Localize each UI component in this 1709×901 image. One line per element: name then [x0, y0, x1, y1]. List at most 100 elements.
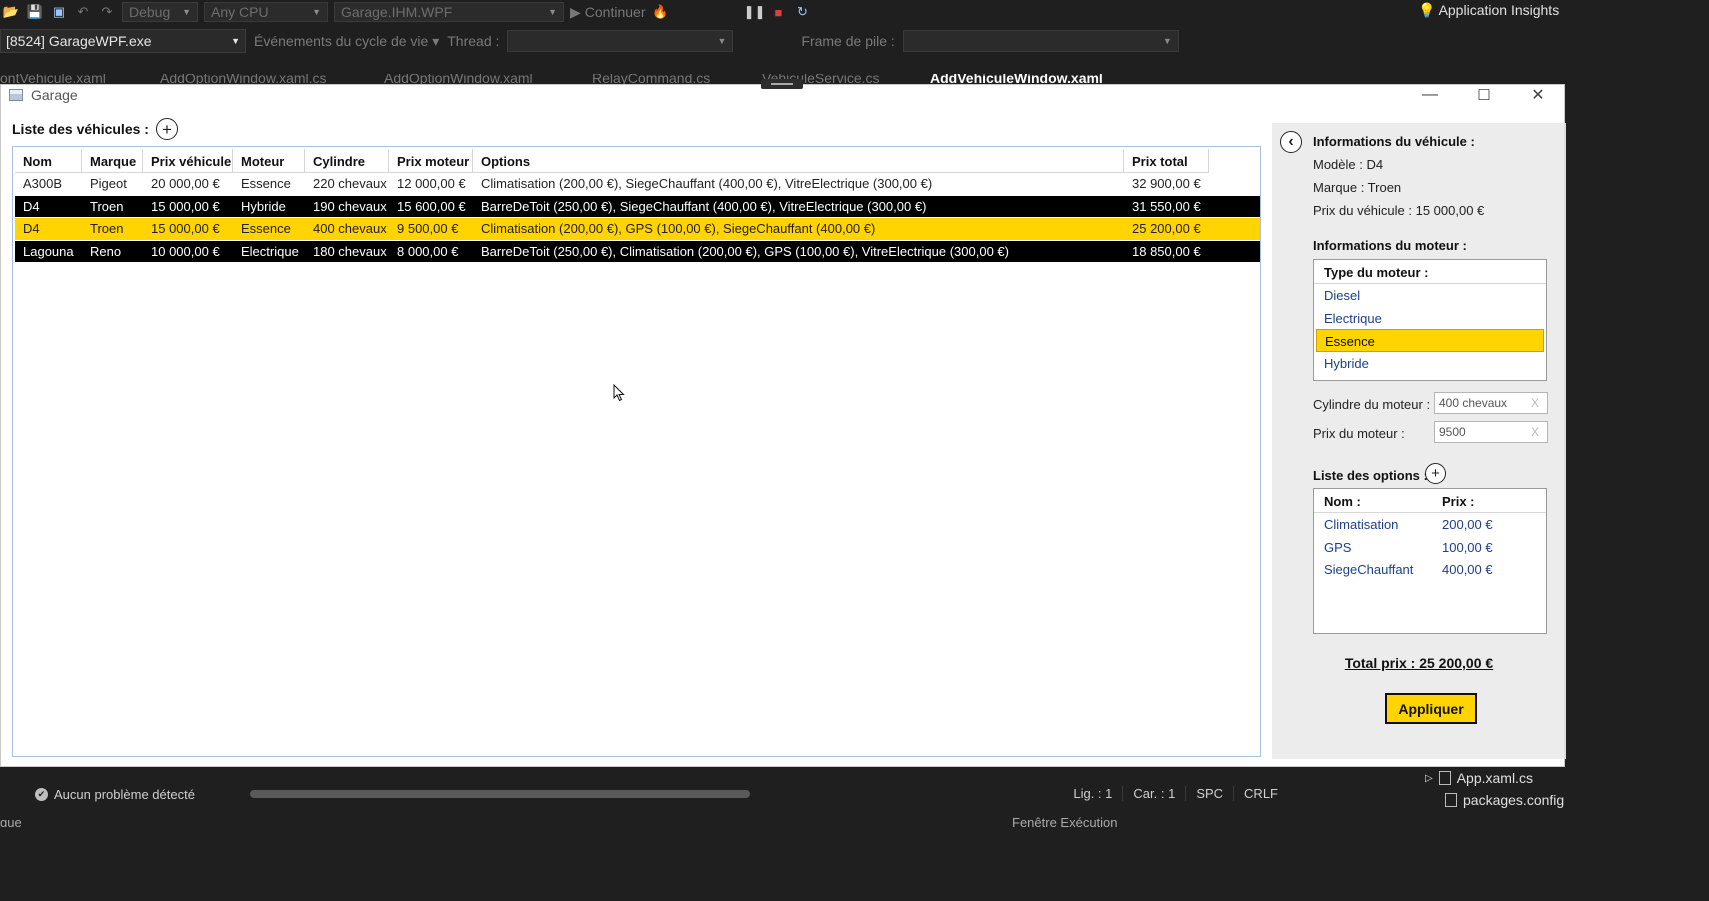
doc-tab[interactable]: AddOptionWindow.xaml: [384, 74, 533, 84]
crlf-indicator[interactable]: CRLF: [1233, 786, 1288, 801]
column-header-prix-vehicule[interactable]: Prix véhicule: [143, 149, 233, 173]
apply-button[interactable]: Appliquer: [1385, 693, 1477, 724]
column-header-marque[interactable]: Marque: [82, 149, 143, 173]
column-header-nom[interactable]: Nom: [15, 149, 82, 173]
check-icon: ✔: [35, 787, 48, 801]
engine-type-list: Type du moteur : Diesel Electrique Essen…: [1313, 259, 1547, 381]
close-button[interactable]: ✕: [1515, 85, 1561, 105]
engine-type-diesel[interactable]: Diesel: [1314, 284, 1546, 307]
window-app-icon: [9, 89, 23, 101]
project-combo[interactable]: Garage.IHM.WPF ▼: [334, 2, 564, 22]
option-row[interactable]: GPS 100,00 €: [1314, 536, 1546, 559]
cell-nom: D4: [23, 198, 40, 214]
cell-total: 31 550,00 €: [1132, 198, 1201, 214]
table-row[interactable]: Lagouna Reno 10 000,00 € Electrique 180 …: [15, 240, 1260, 263]
continue-button[interactable]: ▶ Continuer: [570, 4, 645, 21]
option-name: GPS: [1324, 539, 1352, 555]
col-indicator[interactable]: Car. : 1: [1122, 786, 1185, 801]
problems-status[interactable]: Aucun problème détecté: [54, 787, 195, 802]
cell-options: BarreDeToit (250,00 €), SiegeChauffant (…: [481, 198, 927, 214]
engine-type-hybride[interactable]: Hybride: [1314, 352, 1546, 375]
vehicle-grid: Nom Marque Prix véhicule Moteur Cylindre…: [12, 146, 1261, 757]
minimize-button[interactable]: —: [1407, 85, 1453, 105]
options-header: Nom : Prix :: [1314, 489, 1546, 513]
engine-info-heading: Informations du moteur :: [1313, 238, 1467, 253]
column-header-prix-total[interactable]: Prix total: [1124, 149, 1209, 173]
pause-icon[interactable]: ❚❚: [744, 3, 766, 21]
chevron-left-icon: ‹: [1288, 133, 1294, 150]
solution-item[interactable]: packages.config: [1445, 792, 1564, 808]
cell-options: BarreDeToit (250,00 €), Climatisation (2…: [481, 243, 1009, 259]
undo-icon[interactable]: ↶: [74, 3, 92, 21]
engine-type-header: Type du moteur :: [1314, 260, 1546, 284]
thread-combo[interactable]: ▼: [507, 30, 734, 52]
table-row[interactable]: D4 Troen 15 000,00 € Hybride 190 chevaux…: [15, 195, 1260, 218]
engine-type-electrique[interactable]: Electrique: [1314, 307, 1546, 330]
back-button[interactable]: ‹: [1280, 131, 1302, 153]
process-combo[interactable]: [8524] GarageWPF.exe ▼: [0, 29, 246, 53]
cell-total: 25 200,00 €: [1132, 221, 1201, 237]
cell-nom: Lagouna: [23, 243, 74, 259]
solution-item[interactable]: ▷ App.xaml.cs: [1425, 770, 1533, 786]
solution-explorer: ▷ App.xaml.cs packages.config: [1305, 767, 1709, 819]
save-all-icon[interactable]: ▣: [50, 3, 68, 21]
vehicle-model: Modèle : D4: [1313, 157, 1384, 172]
expand-arrow-icon[interactable]: ▷: [1425, 773, 1433, 784]
option-row[interactable]: Climatisation 200,00 €: [1314, 513, 1546, 536]
lifecycle-events[interactable]: Événements du cycle de vie ▾: [254, 33, 439, 50]
cell-prix-moteur: 15 600,00 €: [397, 198, 466, 214]
cell-marque: Reno: [90, 243, 122, 259]
panel-scrollbar[interactable]: [1564, 123, 1566, 759]
doc-tab[interactable]: ontVehicule.xaml: [0, 74, 106, 84]
table-row-selected[interactable]: D4 Troen 15 000,00 € Essence 400 chevaux…: [15, 218, 1260, 241]
process-label: [8524] GarageWPF.exe: [6, 33, 152, 49]
insights-label: Application Insights: [1438, 2, 1560, 18]
lightbulb-icon: 💡: [1418, 2, 1436, 18]
config-label: Debug: [129, 4, 171, 20]
options-list: Nom : Prix : Climatisation 200,00 € GPS 10…: [1313, 488, 1547, 634]
add-vehicle-button[interactable]: +: [156, 118, 178, 140]
open-folder-icon[interactable]: 📂: [2, 3, 20, 21]
immediate-window-title[interactable]: Fenêtre Exécution: [1012, 815, 1118, 827]
window-title: Garage: [31, 87, 78, 103]
bottom-left-panel-title[interactable]: que: [0, 815, 22, 827]
column-header-prix-moteur[interactable]: Prix moteur: [389, 149, 473, 173]
continue-label: Continuer: [584, 4, 646, 20]
cylinder-value: 400 chevaux: [1439, 396, 1508, 410]
column-header-moteur[interactable]: Moteur: [233, 149, 305, 173]
table-row[interactable]: A300B Pigeot 20 000,00 € Essence 220 che…: [15, 173, 1260, 196]
cell-cylindre: 400 chevaux: [313, 221, 387, 237]
option-row[interactable]: SiegeChauffant 400,00 €: [1314, 558, 1546, 581]
doc-tab[interactable]: AddOptionWindow.xaml.cs: [160, 74, 327, 84]
add-option-button[interactable]: +: [1425, 463, 1446, 484]
spc-indicator[interactable]: SPC: [1185, 786, 1233, 801]
horizontal-scrollbar[interactable]: [250, 790, 750, 798]
option-name: Climatisation: [1324, 517, 1399, 532]
cs-file-icon: [1438, 771, 1451, 785]
status-right: Lig. : 1 Car. : 1 SPC CRLF: [1063, 786, 1288, 801]
insights-button[interactable]: 💡 Application Insights: [1418, 2, 1559, 19]
title-bar[interactable]: Garage — ☐ ✕: [1, 85, 1564, 105]
restart-icon[interactable]: ↻: [793, 3, 811, 21]
hot-reload-icon[interactable]: 🔥: [651, 3, 669, 21]
column-header-options[interactable]: Options: [473, 149, 1124, 173]
engine-type-essence[interactable]: Essence: [1316, 329, 1544, 352]
platform-combo[interactable]: Any CPU ▼: [204, 2, 328, 22]
grid-rows: A300B Pigeot 20 000,00 € Essence 220 che…: [15, 173, 1260, 263]
doc-tab[interactable]: RelayCommand.cs: [592, 74, 710, 84]
engine-price-input[interactable]: 9500 X: [1434, 421, 1548, 443]
doc-tab-active[interactable]: AddVehiculeWindow.xaml: [930, 74, 1103, 84]
maximize-button[interactable]: ☐: [1461, 85, 1507, 105]
line-indicator[interactable]: Lig. : 1: [1063, 786, 1122, 801]
column-header-cylindre[interactable]: Cylindre: [305, 149, 389, 173]
redo-icon[interactable]: ↷: [98, 3, 116, 21]
vs-document-tabs: ontVehicule.xaml AddOptionWindow.xaml.cs…: [0, 74, 1709, 84]
clear-cylinder-icon[interactable]: X: [1531, 396, 1539, 410]
clear-price-icon[interactable]: X: [1531, 425, 1539, 439]
cell-cylindre: 180 chevaux: [313, 243, 387, 259]
config-combo[interactable]: Debug ▼: [122, 2, 198, 22]
stop-icon[interactable]: ■: [769, 3, 787, 21]
save-icon[interactable]: 💾: [26, 3, 44, 21]
cylinder-input[interactable]: 400 chevaux X: [1434, 392, 1548, 414]
frame-combo[interactable]: ▼: [902, 30, 1179, 52]
